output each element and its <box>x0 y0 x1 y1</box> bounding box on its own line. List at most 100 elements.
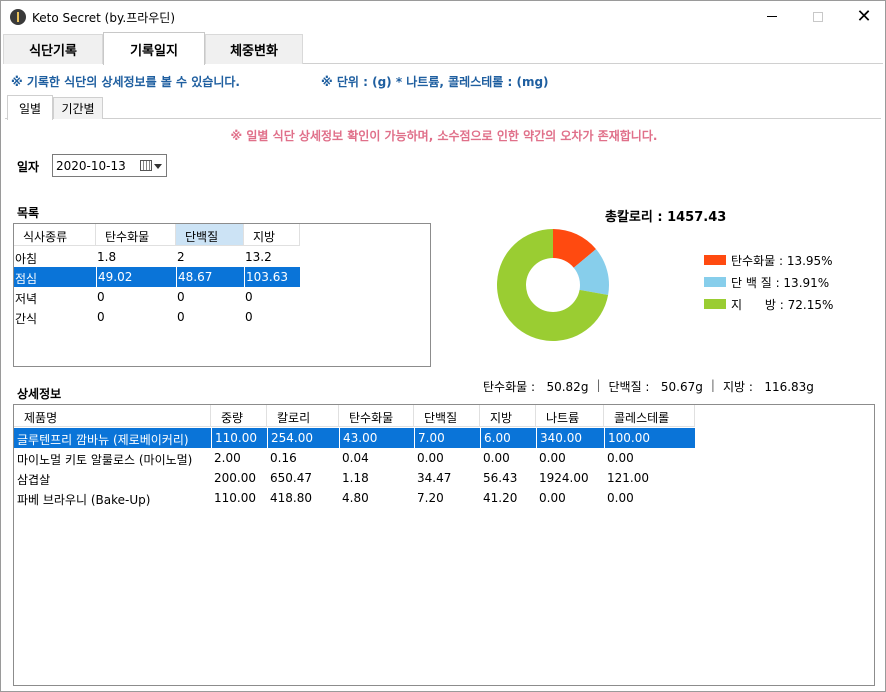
table-row[interactable]: 점심 49.02 48.67 103.63 <box>14 267 300 287</box>
macro-totals: 탄수화물 : 50.82g | 단백질 : 50.67g | 지방 : 116.… <box>483 378 814 395</box>
list-label: 목록 <box>17 206 40 220</box>
column-header[interactable]: 제품명 <box>14 405 211 427</box>
table-cell: 1924.00 <box>539 471 589 485</box>
legend-item-fat: 지 방 : 72.15% <box>704 293 833 315</box>
tab-period[interactable]: 기간별 <box>53 97 103 119</box>
unit-text: ※ 단위 : (g) * 나트륨, 콜레스테롤 : (mg) <box>321 75 549 89</box>
table-cell: 0.00 <box>417 451 444 465</box>
table-cell: 0.00 <box>483 451 510 465</box>
table-cell: 0 <box>245 290 253 304</box>
table-cell: 0.00 <box>607 491 634 505</box>
chevron-down-icon <box>154 164 162 169</box>
calendar-icon <box>140 160 152 171</box>
column-header[interactable]: 식사종류 <box>14 224 96 246</box>
meal-summary-table: 식사종류 탄수화물 단백질 지방 아침 1.8 2 13.2 점심 49.02 … <box>13 223 431 367</box>
table-cell: 0.00 <box>539 451 566 465</box>
divider: | <box>596 378 601 392</box>
table-cell: 48.67 <box>176 267 244 287</box>
legend-swatch <box>704 299 726 309</box>
table-cell: 마이노멀 키토 알룰로스 (마이노멀) <box>17 453 193 467</box>
minimize-icon <box>767 16 777 17</box>
table-cell: 7.20 <box>417 491 444 505</box>
table-row[interactable]: 파베 브라우니 (Bake-Up) 110.00 418.80 4.80 7.2… <box>14 488 695 508</box>
table-cell: 2 <box>177 250 185 264</box>
table-cell: 110.00 <box>211 428 267 448</box>
table-header: 제품명 중량 칼로리 탄수화물 단백질 지방 나트륨 콜레스테롤 <box>14 405 695 427</box>
table-cell: 49.02 <box>96 267 176 287</box>
tab-record-log[interactable]: 기록일지 <box>103 32 205 65</box>
table-cell: 100.00 <box>604 428 695 448</box>
table-cell: 아침 <box>15 252 38 266</box>
column-header[interactable]: 지방 <box>480 405 536 427</box>
table-cell: 103.63 <box>244 267 300 287</box>
table-cell: 0 <box>97 290 105 304</box>
table-row[interactable]: 글루텐프리 깜바뉴 (제로베이커리) 110.00 254.00 43.00 7… <box>14 428 695 448</box>
table-row[interactable]: 삼겹살 200.00 650.47 1.18 34.47 56.43 1924.… <box>14 468 695 488</box>
table-row[interactable]: 아침 1.8 2 13.2 <box>14 247 300 267</box>
column-header[interactable]: 나트륨 <box>536 405 604 427</box>
table-cell: 파베 브라우니 (Bake-Up) <box>17 493 151 507</box>
table-row[interactable]: 간식 0 0 0 <box>14 307 300 327</box>
date-value: 2020-10-13 <box>56 159 126 173</box>
table-cell: 1.8 <box>97 250 117 264</box>
main-tab-bar: 식단기록 기록일지 체중변화 <box>3 32 883 65</box>
table-cell: 간식 <box>15 312 38 326</box>
table-cell: 650.47 <box>270 471 312 485</box>
notice-text: ※ 일별 식단 상세정보 확인이 가능하며, 소수점으로 인한 약간의 오차가 … <box>230 129 658 143</box>
window-title: Keto Secret (by.프라우딘) <box>32 11 176 25</box>
sub-tab-bar: 일별 기간별 <box>5 95 881 120</box>
column-header[interactable]: 중량 <box>211 405 267 427</box>
tab-daily[interactable]: 일별 <box>7 95 53 120</box>
table-cell: 글루텐프리 깜바뉴 (제로베이커리) <box>14 428 211 448</box>
app-logo-icon <box>10 9 26 25</box>
table-cell: 34.47 <box>417 471 452 485</box>
column-header[interactable]: 콜레스테롤 <box>604 405 695 427</box>
legend-swatch <box>704 277 726 287</box>
table-cell: 0 <box>97 310 105 324</box>
tab-diet-record[interactable]: 식단기록 <box>3 34 103 64</box>
table-cell: 0 <box>245 310 253 324</box>
table-cell: 점심 <box>14 267 96 287</box>
chart-legend: 탄수화물 : 13.95% 단 백 질 : 13.91% 지 방 : 72.15… <box>704 249 833 315</box>
maximize-button[interactable] <box>795 1 841 32</box>
column-header[interactable]: 탄수화물 <box>339 405 414 427</box>
table-cell: 254.00 <box>267 428 339 448</box>
table-cell: 56.43 <box>483 471 518 485</box>
column-header[interactable]: 지방 <box>244 224 300 246</box>
total-protein: 단백질 : 50.67g <box>608 380 703 394</box>
tab-weight-change[interactable]: 체중변화 <box>205 34 303 64</box>
table-cell: 저녁 <box>15 292 38 306</box>
macro-donut-chart <box>497 229 609 341</box>
table-cell: 0.00 <box>539 491 566 505</box>
table-cell: 43.00 <box>339 428 414 448</box>
total-carb: 탄수화물 : 50.82g <box>483 380 589 394</box>
table-cell: 110.00 <box>214 491 256 505</box>
close-button[interactable]: ✕ <box>841 1 886 32</box>
detail-label: 상세정보 <box>17 387 62 401</box>
legend-swatch <box>704 255 726 265</box>
table-cell: 0.04 <box>342 451 369 465</box>
column-header[interactable]: 단백질 <box>176 224 244 246</box>
column-header[interactable]: 칼로리 <box>267 405 339 427</box>
date-picker[interactable]: 2020-10-13 <box>52 154 167 177</box>
food-detail-table: 제품명 중량 칼로리 탄수화물 단백질 지방 나트륨 콜레스테롤 글루텐프리 깜… <box>13 404 875 686</box>
table-cell: 340.00 <box>536 428 604 448</box>
column-header[interactable]: 탄수화물 <box>96 224 176 246</box>
legend-item-carb: 탄수화물 : 13.95% <box>704 249 833 271</box>
table-cell: 0.16 <box>270 451 297 465</box>
total-fat: 지방 : 116.83g <box>722 380 814 394</box>
table-cell: 4.80 <box>342 491 369 505</box>
legend-label: 탄수화물 : 13.95% <box>731 253 833 268</box>
app-window: Keto Secret (by.프라우딘) ✕ 식단기록 기록일지 체중변화 ※… <box>0 0 886 692</box>
table-cell: 418.80 <box>270 491 312 505</box>
table-cell: 1.18 <box>342 471 369 485</box>
table-cell: 6.00 <box>480 428 536 448</box>
table-cell: 0 <box>177 290 185 304</box>
minimize-button[interactable] <box>749 1 795 32</box>
table-cell: 13.2 <box>245 250 272 264</box>
table-cell: 0 <box>177 310 185 324</box>
table-row[interactable]: 저녁 0 0 0 <box>14 287 300 307</box>
table-header: 식사종류 탄수화물 단백질 지방 <box>14 224 300 246</box>
column-header[interactable]: 단백질 <box>414 405 480 427</box>
table-row[interactable]: 마이노멀 키토 알룰로스 (마이노멀) 2.00 0.16 0.04 0.00 … <box>14 448 695 468</box>
